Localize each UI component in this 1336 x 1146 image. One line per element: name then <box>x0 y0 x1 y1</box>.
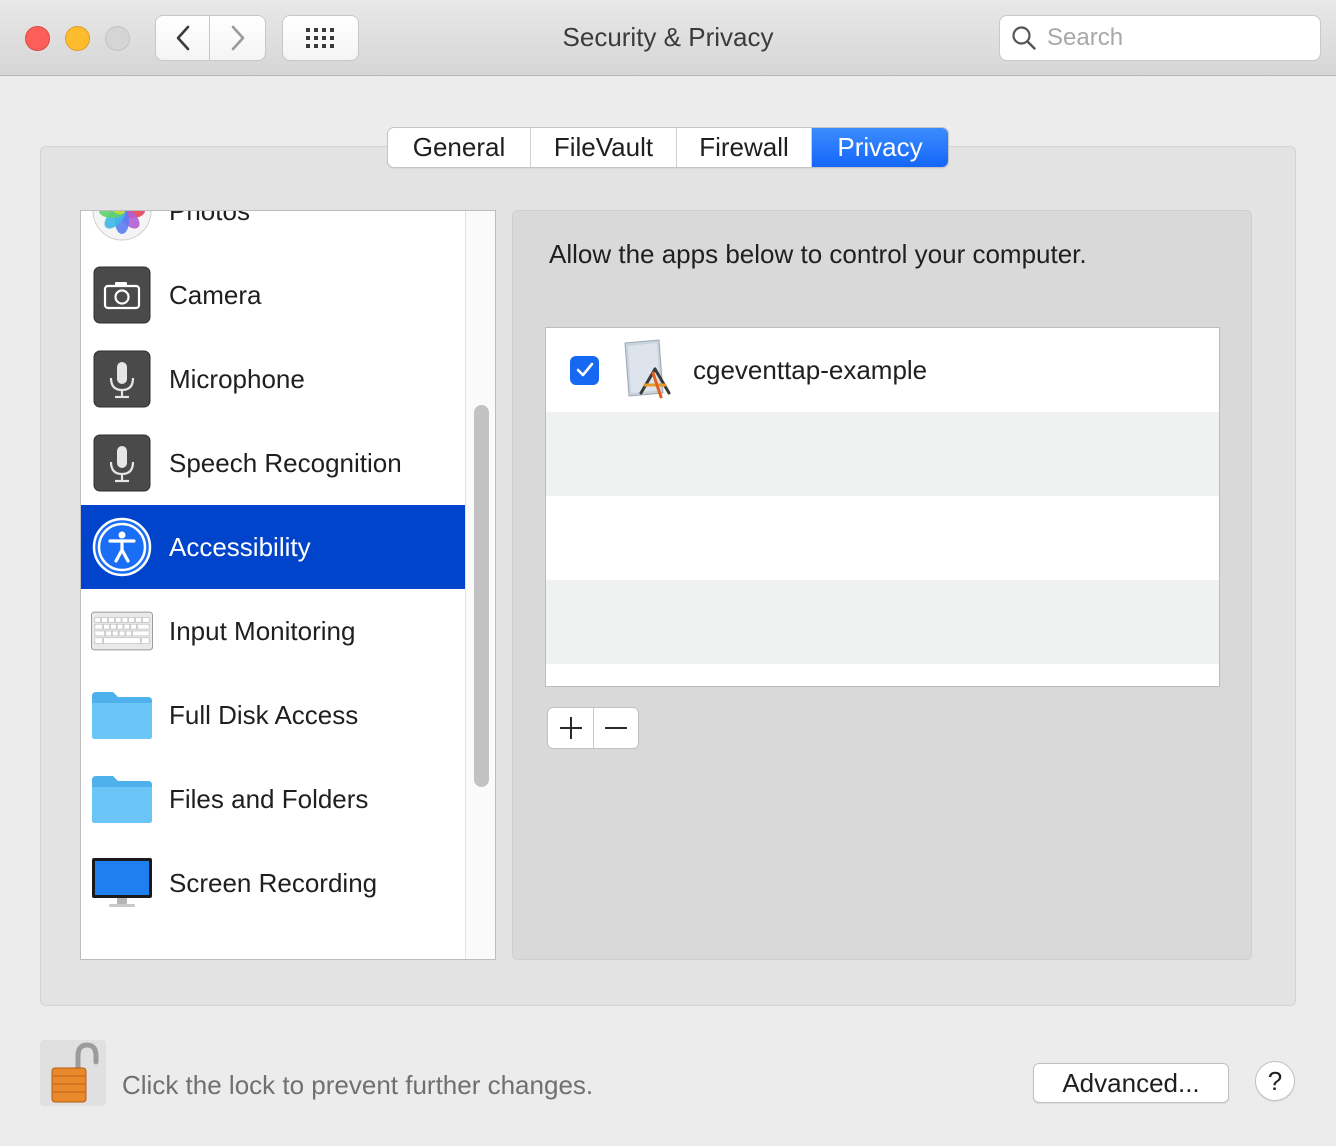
pane-description: Allow the apps below to control your com… <box>549 239 1087 269</box>
sidebar-item-accessibility[interactable]: Accessibility <box>81 505 465 589</box>
show-all-grid-icon <box>305 28 334 48</box>
speech-recognition-icon <box>91 432 153 494</box>
folder-icon <box>91 684 153 746</box>
sidebar-item-label: Speech Recognition <box>169 447 402 478</box>
sidebar-item-label: Screen Recording <box>169 867 378 898</box>
chevron-right-icon <box>231 25 244 51</box>
app-name: cgeventtap-example <box>693 354 928 385</box>
list-item <box>546 580 1219 664</box>
sidebar-item-label: Files and Folders <box>169 783 369 814</box>
chevron-left-icon <box>176 25 189 51</box>
add-remove-control <box>547 707 639 749</box>
sidebar-item-label: Accessibility <box>169 531 311 562</box>
microphone-icon <box>91 348 153 410</box>
unlocked-padlock-icon <box>51 1042 99 1103</box>
zoom-window-button <box>105 26 130 51</box>
add-app-button[interactable] <box>548 708 593 748</box>
window-title: Security & Privacy <box>562 22 774 52</box>
tab-general[interactable]: General <box>388 128 531 167</box>
sidebar-item-label: Input Monitoring <box>169 615 356 646</box>
scrollbar-thumb[interactable] <box>474 405 489 787</box>
tab-filevault[interactable]: FileVault <box>531 128 677 167</box>
camera-icon <box>91 264 153 326</box>
close-window-button[interactable] <box>25 26 50 51</box>
minus-icon <box>605 727 627 729</box>
checkmark-icon <box>576 362 593 377</box>
search-input[interactable] <box>1047 24 1307 52</box>
sidebar-item-full-disk-access[interactable]: Full Disk Access <box>81 673 465 757</box>
lock-status-text: Click the lock to prevent further change… <box>122 1070 594 1100</box>
sidebar-item-screen-recording[interactable]: Screen Recording <box>81 841 465 925</box>
category-list-content: Photos Camera Microphone Speech Recognit… <box>81 210 465 925</box>
app-enabled-checkbox[interactable] <box>570 355 599 385</box>
list-item <box>546 496 1219 580</box>
help-button[interactable]: ? <box>1255 1061 1295 1101</box>
display-icon <box>91 852 153 914</box>
sidebar-item-camera[interactable]: Camera <box>81 253 465 337</box>
privacy-category-list: Photos Camera Microphone Speech Recognit… <box>80 210 496 960</box>
remove-app-button[interactable] <box>593 708 638 748</box>
sidebar-scrollbar[interactable] <box>465 211 495 959</box>
keyboard-icon <box>91 600 153 662</box>
back-button[interactable] <box>155 15 210 61</box>
minimize-window-button[interactable] <box>65 26 90 51</box>
photos-icon <box>91 211 153 242</box>
show-all-button[interactable] <box>282 15 359 61</box>
title-bar: Security & Privacy <box>0 0 1336 76</box>
sidebar-item-photos[interactable]: Photos <box>81 210 465 253</box>
sidebar-item-speech-recognition[interactable]: Speech Recognition <box>81 421 465 505</box>
sidebar-item-microphone[interactable]: Microphone <box>81 337 465 421</box>
table-row[interactable]: cgeventtap-example <box>546 328 1219 412</box>
sidebar-item-label: Camera <box>169 279 262 310</box>
lock-button[interactable] <box>40 1040 106 1106</box>
sidebar-item-label: Microphone <box>169 363 305 394</box>
accessibility-icon <box>91 516 153 578</box>
sidebar-item-label: Photos <box>169 210 250 226</box>
app-list: cgeventtap-example <box>545 327 1220 687</box>
forward-button[interactable] <box>210 15 266 61</box>
sidebar-item-files-and-folders[interactable]: Files and Folders <box>81 757 465 841</box>
plus-icon <box>559 717 582 739</box>
tab-privacy[interactable]: Privacy <box>812 128 948 167</box>
advanced-button[interactable]: Advanced... <box>1033 1063 1229 1103</box>
search-field[interactable] <box>999 15 1321 61</box>
sidebar-item-label: Full Disk Access <box>169 699 359 730</box>
tab-firewall[interactable]: Firewall <box>677 128 812 167</box>
list-item <box>546 412 1219 496</box>
accessibility-pane: Allow the apps below to control your com… <box>512 210 1252 960</box>
search-icon <box>1011 25 1037 51</box>
tab-bar: General FileVault Firewall Privacy <box>387 127 949 168</box>
folder-icon <box>91 768 153 830</box>
app-generic-icon <box>619 339 677 401</box>
sidebar-item-input-monitoring[interactable]: Input Monitoring <box>81 589 465 673</box>
